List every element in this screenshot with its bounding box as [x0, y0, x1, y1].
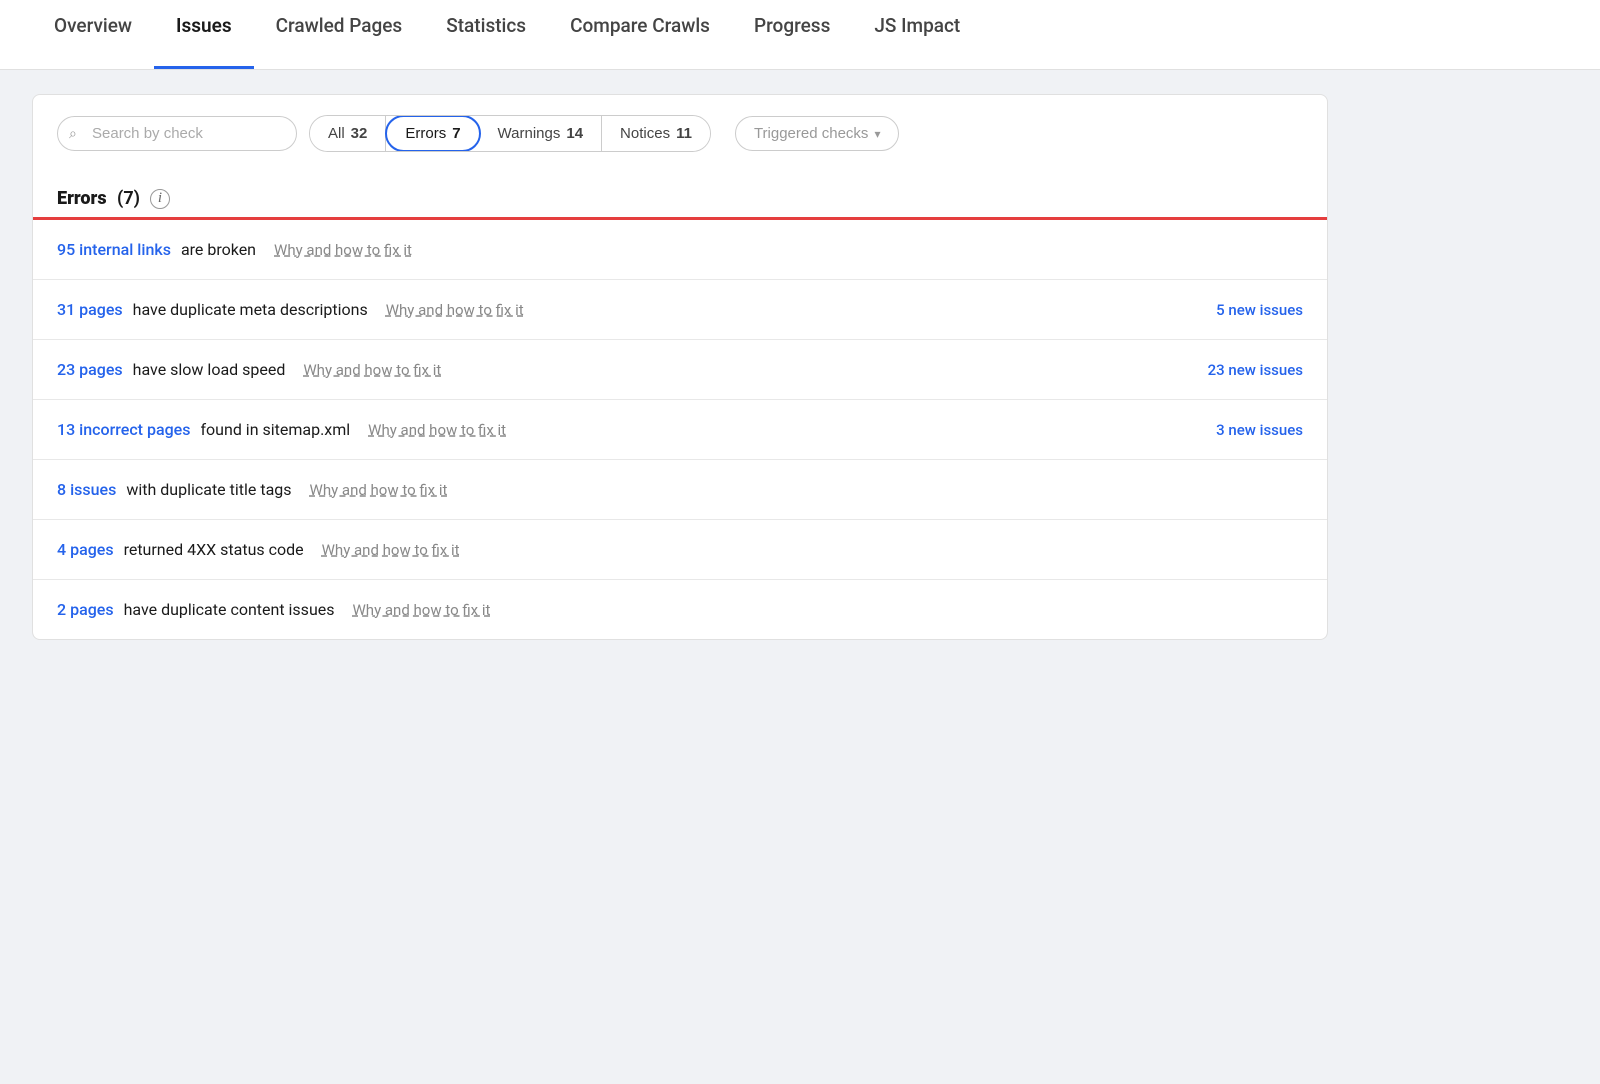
issue-row-duplicate-meta: 31 pages have duplicate meta description…: [33, 280, 1327, 340]
why-link-duplicate-meta[interactable]: Why and how to fix it: [386, 301, 524, 319]
nav-tab-progress[interactable]: Progress: [732, 0, 852, 69]
filter-btn-warnings[interactable]: Warnings 14: [480, 116, 603, 151]
nav-tabs-list: OverviewIssuesCrawled PagesStatisticsCom…: [32, 0, 982, 69]
issue-description-duplicate-title: with duplicate title tags: [126, 480, 291, 499]
chevron-down-icon: ▾: [874, 127, 880, 141]
why-link-broken-links[interactable]: Why and how to fix it: [274, 241, 412, 259]
issue-row-4xx-status: 4 pages returned 4XX status code Why and …: [33, 520, 1327, 580]
filter-count-errors: 7: [452, 125, 460, 142]
issue-left-duplicate-title: 8 issues with duplicate title tags Why an…: [57, 480, 447, 499]
issue-left-duplicate-content: 2 pages have duplicate content issues Why…: [57, 600, 490, 619]
section-header: Errors (7) i: [33, 172, 1327, 217]
section-title-errors: Errors (7): [57, 188, 140, 209]
issue-description-sitemap: found in sitemap.xml: [200, 420, 350, 439]
issue-link-broken-links[interactable]: 95 internal links: [57, 240, 171, 259]
issue-left-duplicate-meta: 31 pages have duplicate meta description…: [57, 300, 524, 319]
filter-buttons-group: All 32Errors 7Warnings 14Notices 11: [309, 115, 711, 152]
issue-description-duplicate-content: have duplicate content issues: [124, 600, 335, 619]
issue-row-duplicate-title: 8 issues with duplicate title tags Why an…: [33, 460, 1327, 520]
filter-btn-notices[interactable]: Notices 11: [602, 116, 710, 151]
filter-count-warnings: 14: [566, 125, 583, 142]
issue-row-duplicate-content: 2 pages have duplicate content issues Why…: [33, 580, 1327, 639]
issue-description-4xx-status: returned 4XX status code: [124, 540, 304, 559]
nav-tab-issues[interactable]: Issues: [154, 0, 254, 69]
issue-link-duplicate-title[interactable]: 8 issues: [57, 480, 116, 499]
new-issues-badge-duplicate-meta: 5 new issues: [1216, 301, 1303, 319]
filter-label-notices: Notices: [620, 125, 670, 142]
filter-btn-errors[interactable]: Errors 7: [385, 115, 480, 152]
info-icon[interactable]: i: [150, 189, 170, 209]
issue-description-broken-links: are broken: [181, 240, 256, 259]
issues-list: 95 internal links are broken Why and how …: [33, 220, 1327, 639]
section-title: Errors (7) i: [57, 188, 1303, 209]
why-link-duplicate-content[interactable]: Why and how to fix it: [353, 601, 491, 619]
issue-link-duplicate-content[interactable]: 2 pages: [57, 600, 114, 619]
issues-panel: ⌕ All 32Errors 7Warnings 14Notices 11 Tr…: [32, 94, 1328, 640]
filter-count-all: 32: [351, 125, 368, 142]
why-link-slow-load[interactable]: Why and how to fix it: [303, 361, 441, 379]
main-content: ⌕ All 32Errors 7Warnings 14Notices 11 Tr…: [0, 70, 1360, 664]
issue-description-duplicate-meta: have duplicate meta descriptions: [133, 300, 368, 319]
top-navigation: OverviewIssuesCrawled PagesStatisticsCom…: [0, 0, 1600, 70]
filter-label-warnings: Warnings: [498, 125, 561, 142]
issue-row-slow-load: 23 pages have slow load speed Why and how…: [33, 340, 1327, 400]
new-issues-badge-slow-load: 23 new issues: [1208, 361, 1303, 379]
filter-label-errors: Errors: [405, 125, 446, 142]
issue-left-slow-load: 23 pages have slow load speed Why and how…: [57, 360, 441, 379]
issue-row-broken-links: 95 internal links are broken Why and how …: [33, 220, 1327, 280]
issue-link-slow-load[interactable]: 23 pages: [57, 360, 123, 379]
issue-link-sitemap[interactable]: 13 incorrect pages: [57, 420, 190, 439]
filter-label-all: All: [328, 125, 345, 142]
issue-left-broken-links: 95 internal links are broken Why and how …: [57, 240, 412, 259]
search-input[interactable]: [57, 116, 297, 151]
why-link-duplicate-title[interactable]: Why and how to fix it: [310, 481, 448, 499]
triggered-checks-label: Triggered checks: [754, 125, 869, 142]
why-link-sitemap[interactable]: Why and how to fix it: [368, 421, 506, 439]
why-link-4xx-status[interactable]: Why and how to fix it: [322, 541, 460, 559]
issue-left-4xx-status: 4 pages returned 4XX status code Why and …: [57, 540, 460, 559]
nav-tab-js-impact[interactable]: JS Impact: [852, 0, 982, 69]
nav-tab-overview[interactable]: Overview: [32, 0, 154, 69]
filter-btn-all[interactable]: All 32: [310, 116, 386, 151]
nav-tab-compare-crawls[interactable]: Compare Crawls: [548, 0, 732, 69]
new-issues-badge-sitemap: 3 new issues: [1216, 421, 1303, 439]
issue-description-slow-load: have slow load speed: [133, 360, 286, 379]
nav-tab-statistics[interactable]: Statistics: [424, 0, 548, 69]
issue-link-duplicate-meta[interactable]: 31 pages: [57, 300, 123, 319]
issue-left-sitemap: 13 incorrect pages found in sitemap.xml W…: [57, 420, 506, 439]
issue-link-4xx-status[interactable]: 4 pages: [57, 540, 114, 559]
search-wrapper: ⌕: [57, 116, 297, 151]
issue-row-sitemap: 13 incorrect pages found in sitemap.xml W…: [33, 400, 1327, 460]
filter-count-notices: 11: [676, 125, 692, 142]
triggered-checks-button[interactable]: Triggered checks ▾: [735, 116, 900, 151]
nav-tab-crawled-pages[interactable]: Crawled Pages: [254, 0, 425, 69]
filter-bar: ⌕ All 32Errors 7Warnings 14Notices 11 Tr…: [33, 95, 1327, 172]
